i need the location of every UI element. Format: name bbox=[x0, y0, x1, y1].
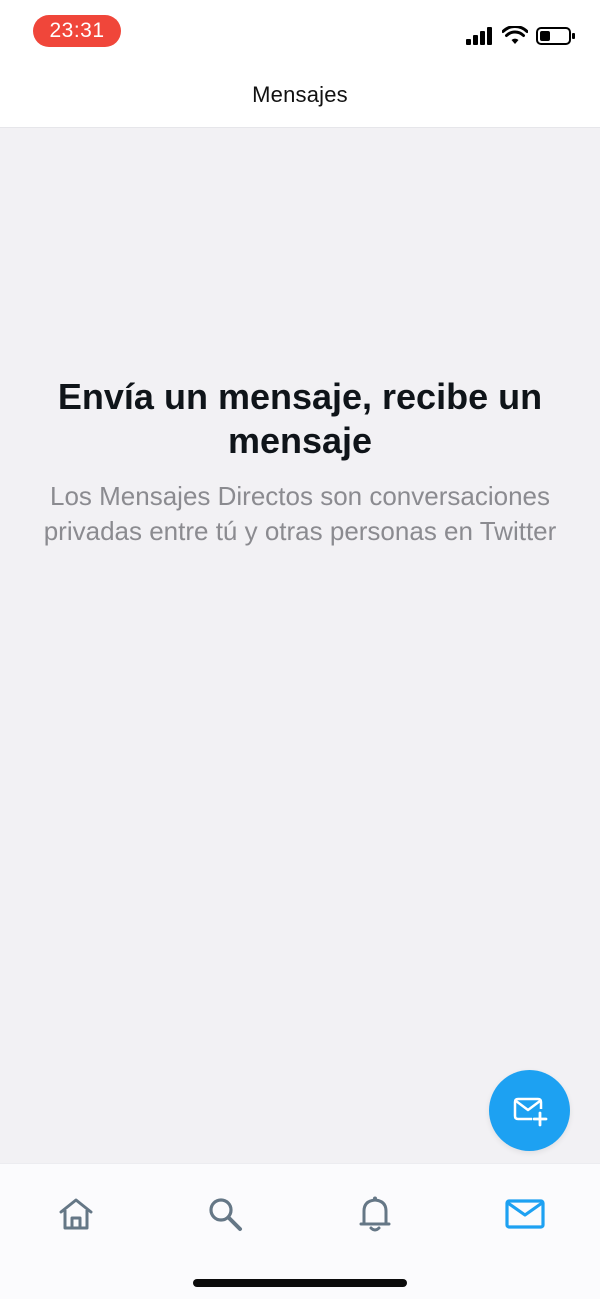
bell-icon bbox=[359, 1196, 391, 1232]
empty-state-title: Envía un mensaje, recibe un mensaje bbox=[57, 376, 543, 461]
mail-icon bbox=[505, 1199, 545, 1229]
cellular-signal-icon bbox=[466, 27, 492, 45]
status-bar: 23:31 bbox=[0, 0, 600, 64]
status-icons bbox=[466, 22, 576, 50]
messages-empty-state: Envía un mensaje, recibe un mensaje Los … bbox=[0, 129, 600, 1163]
compose-message-icon bbox=[513, 1097, 547, 1126]
tab-notifications[interactable] bbox=[353, 1192, 397, 1236]
search-icon bbox=[209, 1198, 242, 1231]
status-time: 23:31 bbox=[33, 15, 121, 47]
home-icon bbox=[59, 1198, 93, 1230]
header: Mensajes bbox=[0, 64, 600, 128]
tab-search[interactable] bbox=[203, 1192, 247, 1236]
compose-message-button[interactable] bbox=[489, 1070, 570, 1151]
battery-icon bbox=[536, 27, 575, 45]
tab-home[interactable] bbox=[54, 1192, 98, 1236]
home-indicator bbox=[193, 1279, 407, 1287]
page-title: Mensajes bbox=[252, 82, 348, 107]
tab-messages[interactable] bbox=[503, 1192, 547, 1236]
wifi-icon bbox=[502, 26, 528, 44]
empty-state-subtitle: Los Mensajes Directos son conversaciones… bbox=[43, 481, 557, 546]
